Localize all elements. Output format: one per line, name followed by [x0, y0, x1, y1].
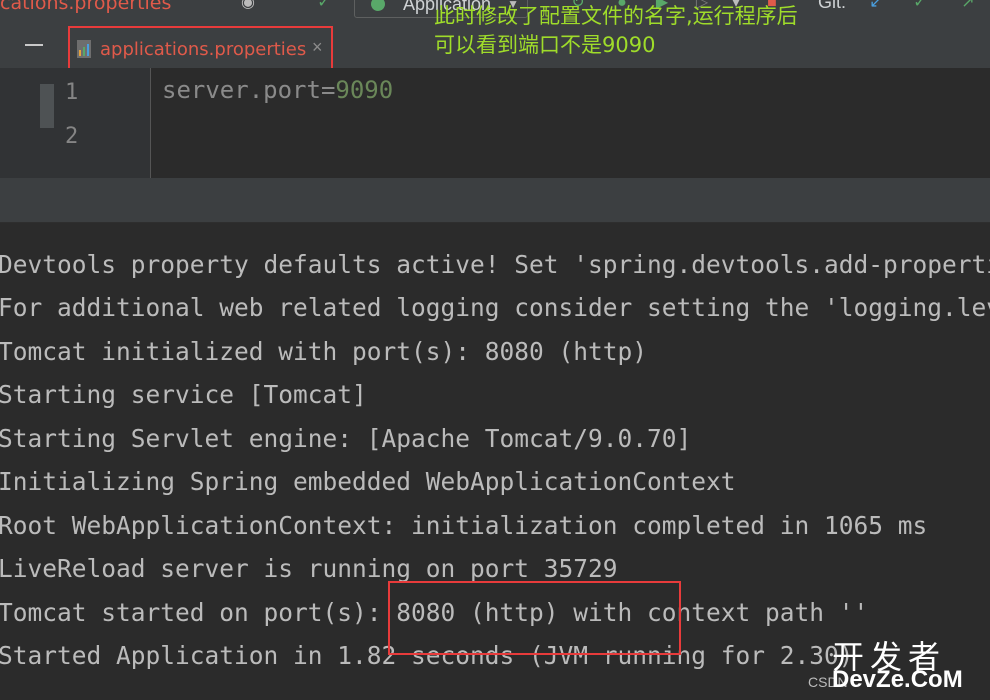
- git-update-icon[interactable]: ↙: [866, 0, 886, 12]
- user-icon[interactable]: ◉: [238, 0, 258, 12]
- line-number-2: 2: [65, 124, 79, 149]
- site-watermark-en: DevZe.CoM: [832, 666, 963, 693]
- annotation-line-1: 此时修改了配置文件的名字,运行程序后: [434, 4, 798, 28]
- console-line-2: For additional web related logging consi…: [0, 293, 990, 322]
- annotation-line-2: 可以看到端口不是9090: [434, 33, 656, 57]
- annotation-note: 此时修改了配置文件的名字,运行程序后 可以看到端口不是9090: [434, 2, 798, 60]
- code-value: 9090: [335, 76, 394, 104]
- run-panel-header: [0, 178, 990, 223]
- console-line-7: Root WebApplicationContext: initializati…: [0, 511, 928, 540]
- close-icon[interactable]: ×: [312, 37, 323, 58]
- console-line-3: Tomcat initialized with port(s): 8080 (h…: [0, 337, 648, 366]
- console-line-6: Initializing Spring embedded WebApplicat…: [0, 467, 736, 496]
- git-commit-icon[interactable]: ✓: [910, 0, 930, 12]
- console-line-8: LiveReload server is running on port 357…: [0, 554, 618, 583]
- port-highlight-box: [388, 581, 681, 655]
- console-line-5: Starting Servlet engine: [Apache Tomcat/…: [0, 424, 692, 453]
- gutter-marker: [40, 84, 54, 128]
- line-number-1: 1: [65, 80, 79, 105]
- current-file-label: cations.properties: [0, 0, 172, 14]
- tab-filename: applications.properties: [100, 39, 307, 60]
- git-label: Git:: [818, 0, 847, 12]
- properties-file-icon: [77, 40, 91, 58]
- console-line-4: Starting service [Tomcat]: [0, 380, 367, 409]
- code-key: server.port=: [162, 76, 336, 104]
- console-line-1: Devtools property defaults active! Set '…: [0, 250, 990, 279]
- git-push-icon[interactable]: ↗: [958, 0, 978, 12]
- spring-boot-icon: [371, 0, 385, 11]
- code-editor[interactable]: 1 2 server.port=9090: [0, 68, 990, 178]
- editor-gutter: 1 2: [0, 68, 151, 178]
- build-hammer-icon[interactable]: ✓: [314, 0, 334, 12]
- tab-applications-properties[interactable]: applications.properties ×: [68, 26, 333, 74]
- code-line-1[interactable]: server.port=9090: [162, 76, 393, 104]
- collapse-icon[interactable]: [25, 44, 43, 46]
